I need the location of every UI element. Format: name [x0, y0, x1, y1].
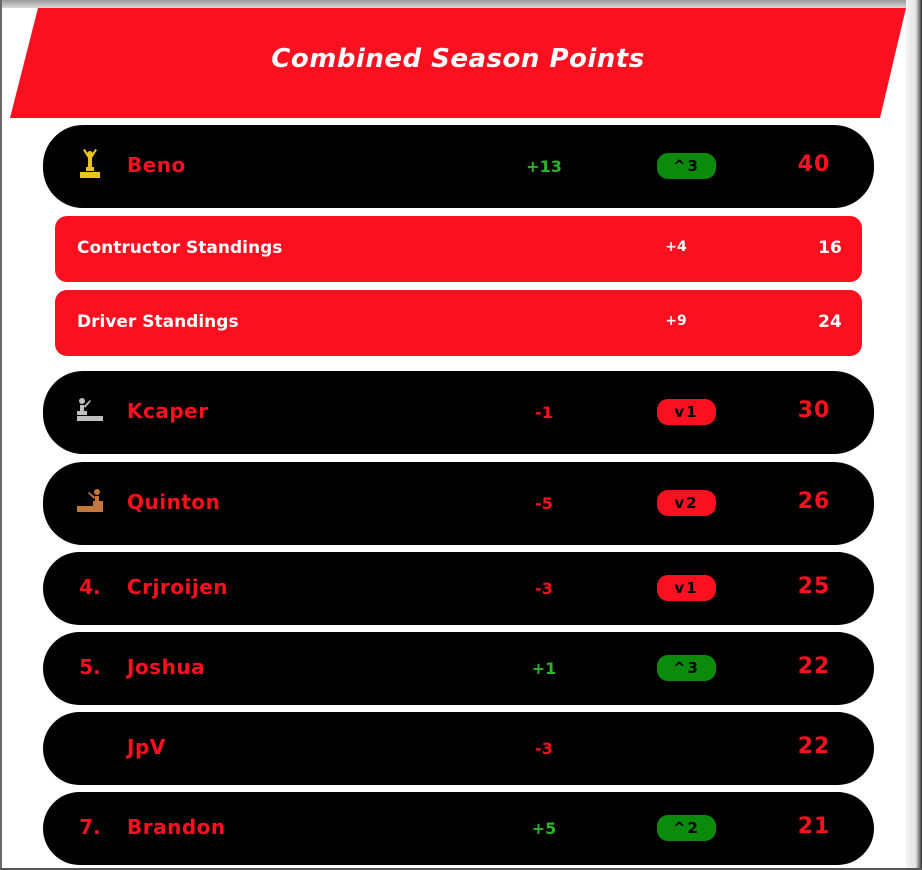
position-change-badge: ^2	[657, 815, 716, 841]
window-right-edge	[906, 0, 922, 870]
bronze-podium-icon	[43, 489, 137, 513]
total-points: 21	[797, 814, 831, 839]
standings-row[interactable]: Kcaper -1 v1 30	[43, 371, 874, 454]
position-change-badge: v2	[657, 490, 716, 516]
driver-name: Quinton	[127, 490, 221, 514]
standings-row[interactable]: 7. Brandon +5 ^2 21	[43, 792, 874, 865]
position-change-badge: v1	[657, 399, 716, 425]
total-points: 26	[797, 489, 831, 514]
gold-podium-icon	[43, 148, 137, 180]
total-points: 25	[797, 574, 831, 599]
breakdown-driver: Driver Standings +9 24	[55, 290, 862, 356]
breakdown-change: +4	[665, 239, 687, 255]
total-points: 40	[797, 152, 831, 177]
points-change: -5	[535, 494, 553, 513]
standings-row[interactable]: Quinton -5 v2 26	[43, 462, 874, 545]
silver-podium-icon	[43, 397, 137, 423]
page-header: Combined Season Points	[10, 8, 906, 118]
rank-number: 7.	[79, 815, 101, 839]
position-change-badge: ^3	[657, 153, 716, 179]
driver-name: Kcaper	[127, 399, 209, 423]
breakdown-label: Contructor Standings	[77, 238, 283, 258]
breakdown-points: 24	[818, 312, 842, 332]
driver-name: Crjroijen	[127, 575, 229, 599]
rank-number: 5.	[79, 655, 101, 679]
rank-number: 4.	[79, 575, 101, 599]
standings-row[interactable]: 4. Crjroijen -3 v1 25	[43, 552, 874, 625]
driver-name: JpV	[127, 735, 166, 759]
driver-name: Joshua	[127, 655, 206, 679]
total-points: 22	[797, 734, 831, 759]
points-change: -1	[535, 403, 553, 422]
total-points: 22	[797, 654, 831, 679]
points-change: -3	[535, 579, 553, 598]
standings-row[interactable]: 5. Joshua +1 ^3 22	[43, 632, 874, 705]
driver-name: Brandon	[127, 815, 226, 839]
total-points: 30	[797, 398, 831, 423]
window-left-edge	[0, 0, 2, 870]
driver-name: Beno	[127, 153, 186, 177]
standings-row[interactable]: JpV -3 22	[43, 712, 874, 785]
points-change: +5	[531, 819, 557, 838]
breakdown-constructor: Contructor Standings +4 16	[55, 216, 862, 282]
points-change: -3	[535, 739, 553, 758]
points-change: +13	[526, 157, 562, 176]
standings-row-leader[interactable]: Beno +13 ^3 40	[43, 125, 874, 208]
page-title: Combined Season Points	[271, 44, 645, 74]
breakdown-change: +9	[665, 313, 687, 329]
points-change: +1	[531, 659, 557, 678]
window-top-edge	[0, 0, 922, 8]
position-change-badge: v1	[657, 575, 716, 601]
breakdown-points: 16	[818, 238, 842, 258]
breakdown-label: Driver Standings	[77, 312, 239, 332]
position-change-badge: ^3	[657, 655, 716, 681]
